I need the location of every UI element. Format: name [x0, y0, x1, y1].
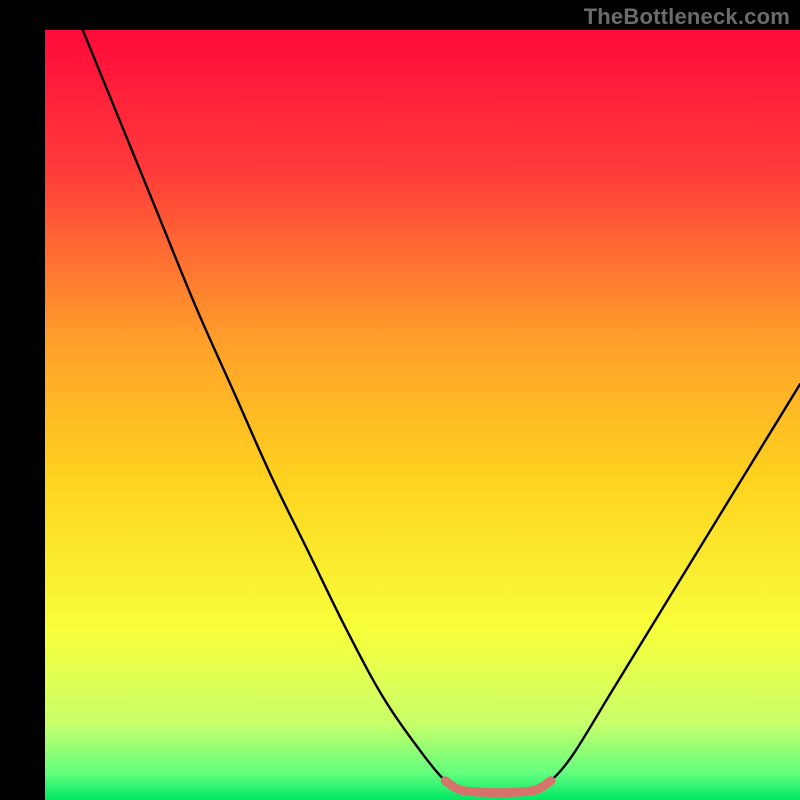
- chart-svg: [45, 30, 800, 800]
- plot-area: [45, 30, 800, 800]
- chart-frame: TheBottleneck.com: [0, 0, 800, 800]
- gradient-background: [45, 30, 800, 800]
- watermark-text: TheBottleneck.com: [584, 4, 790, 30]
